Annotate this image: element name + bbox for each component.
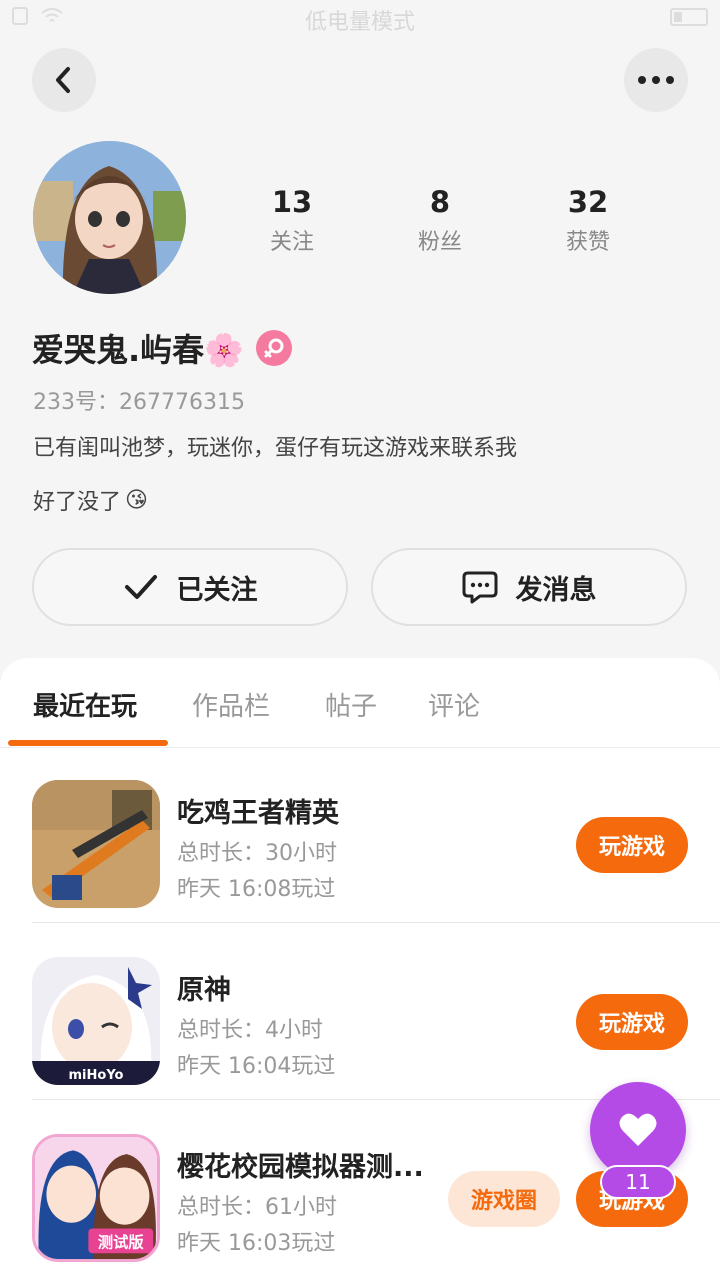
followers-count: 8 — [429, 185, 451, 219]
game-duration: 总时长：61小时 — [177, 1195, 337, 1220]
following-button-label: 已关注 — [176, 574, 258, 606]
likes-label: 获赞 — [565, 230, 610, 255]
status-bar: 低电量模式 — [0, 0, 720, 36]
more-button[interactable] — [624, 48, 688, 112]
like-count-badge: 11 — [600, 1165, 676, 1199]
send-message-button[interactable]: 发消息 — [371, 548, 687, 626]
bio-line-2: 好了没了 😘 — [33, 484, 148, 516]
avatar-image — [33, 141, 186, 294]
game-title: 樱花校园模拟器测... — [177, 1152, 424, 1183]
more-dots-icon — [638, 76, 674, 84]
chat-bubble-icon — [462, 571, 497, 604]
play-game-button[interactable]: 玩游戏 — [576, 817, 688, 873]
profile-stats: 13 关注 8 粉丝 32 获赞 — [218, 184, 662, 256]
likes-stat[interactable]: 32 获赞 — [514, 184, 662, 256]
game-row[interactable]: miHoYo 原神 总时长：4小时 昨天 16:04玩过 玩游戏 — [32, 924, 720, 1100]
game-last-played: 昨天 16:03玩过 — [177, 1231, 336, 1256]
user-id: 233号：267776315 — [33, 390, 245, 415]
following-button[interactable]: 已关注 — [32, 548, 348, 626]
checkmark-icon — [124, 575, 157, 599]
bio-line-2-text: 好了没了 — [33, 490, 122, 515]
followers-stat[interactable]: 8 粉丝 — [366, 184, 514, 256]
gender-badge — [256, 330, 293, 366]
status-text: 低电量模式 — [304, 10, 415, 35]
tab-recently-played[interactable]: 最近在玩 — [33, 686, 137, 723]
avatar[interactable] — [33, 141, 186, 294]
game-title: 吃鸡王者精英 — [177, 798, 339, 829]
following-stat[interactable]: 13 关注 — [218, 184, 366, 256]
bio-line-1: 已有闺叫池梦，玩迷你，蛋仔有玩这游戏来联系我 — [33, 436, 518, 461]
test-version-label: 测试版 — [98, 1234, 144, 1252]
username: 爱哭鬼.屿春🌸 — [32, 325, 244, 371]
game-title: 原神 — [177, 975, 231, 1006]
send-message-label: 发消息 — [515, 574, 597, 606]
game-last-played: 昨天 16:04玩过 — [177, 1054, 336, 1079]
tab-comments[interactable]: 评论 — [428, 686, 480, 723]
game-last-played: 昨天 16:08玩过 — [177, 877, 336, 902]
following-count: 13 — [271, 185, 313, 219]
game-icon: 测试版 — [32, 1134, 160, 1262]
cherry-blossom-emoji: 🌸 — [204, 331, 245, 369]
following-label: 关注 — [269, 230, 314, 255]
tab-works[interactable]: 作品栏 — [192, 686, 270, 723]
game-duration: 总时长：4小时 — [177, 1018, 323, 1043]
chevron-left-icon — [56, 67, 70, 93]
game-icon: miHoYo — [32, 957, 160, 1085]
likes-count: 32 — [567, 185, 609, 219]
tab-bar: 最近在玩 作品栏 帖子 评论 — [0, 658, 720, 748]
game-duration: 总时长：30小时 — [177, 841, 337, 866]
game-circle-button[interactable]: 游戏圈 — [448, 1171, 560, 1227]
heart-icon — [619, 1113, 657, 1146]
kiss-emoji: 😘 — [125, 487, 148, 513]
divider — [32, 922, 720, 923]
female-icon — [264, 338, 284, 358]
username-text: 爱哭鬼.屿春 — [32, 331, 205, 369]
battery-icon — [670, 8, 708, 26]
like-fab[interactable] — [590, 1082, 686, 1178]
tab-posts[interactable]: 帖子 — [325, 686, 377, 723]
game-row[interactable]: 吃鸡王者精英 总时长：30小时 昨天 16:08玩过 玩游戏 — [32, 747, 720, 923]
name-row: 爱哭鬼.屿春🌸 — [32, 325, 293, 371]
followers-label: 粉丝 — [417, 230, 462, 255]
mihoyo-logo: miHoYo — [69, 1068, 124, 1083]
back-button[interactable] — [32, 48, 96, 112]
active-tab-indicator — [8, 740, 168, 746]
game-icon — [32, 780, 160, 908]
play-game-button[interactable]: 玩游戏 — [576, 994, 688, 1050]
